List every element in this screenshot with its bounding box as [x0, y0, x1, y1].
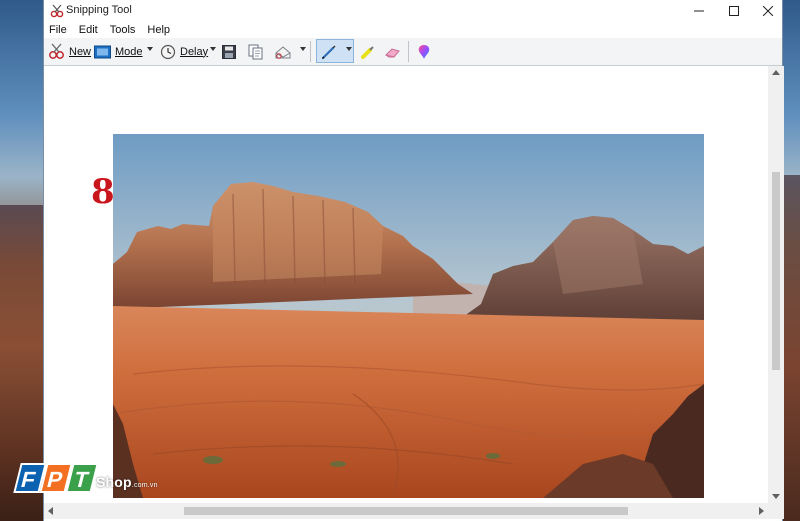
maximize-icon — [729, 6, 739, 16]
scroll-right-icon[interactable] — [759, 507, 764, 515]
watermark-shop: Shop — [96, 474, 132, 490]
menu-edit[interactable]: Edit — [79, 24, 98, 36]
title-bar[interactable]: Snipping Tool — [44, 0, 782, 22]
watermark-domain: .com.vn — [131, 482, 158, 489]
mode-button[interactable]: Mode — [94, 42, 143, 61]
toolbar: New Mode Delay — [44, 38, 782, 66]
new-snip-button[interactable]: New — [48, 42, 91, 61]
fptshop-watermark-text: Shop.com.vn — [96, 474, 158, 490]
pen-dropdown-icon[interactable] — [346, 47, 352, 51]
delay-label: Delay — [180, 45, 209, 58]
window-title: Snipping Tool — [66, 4, 132, 16]
minimize-button[interactable] — [682, 0, 716, 22]
step-number: 8 — [91, 172, 115, 212]
close-button[interactable] — [751, 0, 785, 22]
copy-button[interactable] — [248, 42, 263, 61]
scroll-down-icon[interactable] — [772, 494, 780, 499]
edit-with-paint3d-button[interactable] — [417, 42, 431, 61]
maximize-button[interactable] — [717, 0, 751, 22]
eraser-button[interactable] — [384, 42, 401, 61]
toolbar-separator — [408, 41, 409, 62]
snipping-tool-app-icon — [50, 4, 64, 18]
snip-canvas[interactable]: 8 — [44, 66, 768, 503]
desktop-background-right — [782, 175, 800, 521]
vertical-scrollbar[interactable] — [768, 66, 784, 503]
toolbar-separator — [310, 41, 311, 62]
save-button[interactable] — [222, 42, 236, 61]
scrollbar-corner — [768, 503, 784, 519]
paint3d-icon — [418, 44, 430, 59]
delay-dropdown-icon[interactable] — [210, 47, 216, 51]
new-label: New — [69, 45, 92, 58]
highlighter-button[interactable] — [360, 42, 376, 61]
vertical-scroll-thumb[interactable] — [772, 172, 780, 370]
horizontal-scrollbar[interactable] — [44, 503, 768, 519]
eraser-icon — [385, 47, 400, 58]
scroll-left-icon[interactable] — [48, 507, 53, 515]
menu-bar: File Edit Tools Help — [44, 22, 782, 38]
close-icon — [763, 6, 773, 16]
menu-tools[interactable]: Tools — [110, 24, 136, 36]
copy-icon — [248, 44, 263, 59]
highlighter-icon — [361, 45, 374, 59]
minimize-icon — [694, 10, 704, 12]
delay-button[interactable]: Delay — [160, 42, 208, 61]
pen-tool[interactable] — [321, 42, 337, 61]
send-dropdown-icon[interactable] — [300, 47, 306, 51]
send-snip-button[interactable] — [274, 42, 292, 61]
menu-help[interactable]: Help — [147, 24, 170, 36]
delay-clock-icon — [160, 44, 176, 59]
pen-icon — [321, 45, 336, 59]
snipping-tool-window: Snipping Tool File Edit Tools Help New M… — [43, 0, 784, 521]
mode-icon — [94, 45, 111, 58]
captured-snip-image — [113, 134, 704, 498]
send-email-icon — [275, 45, 291, 59]
scroll-up-icon[interactable] — [772, 70, 780, 75]
horizontal-scroll-thumb[interactable] — [184, 507, 628, 515]
save-icon — [222, 44, 236, 59]
mode-dropdown-icon[interactable] — [147, 47, 153, 51]
new-snip-icon — [49, 43, 64, 59]
menu-file[interactable]: File — [49, 24, 67, 36]
mode-label: Mode — [115, 45, 143, 58]
